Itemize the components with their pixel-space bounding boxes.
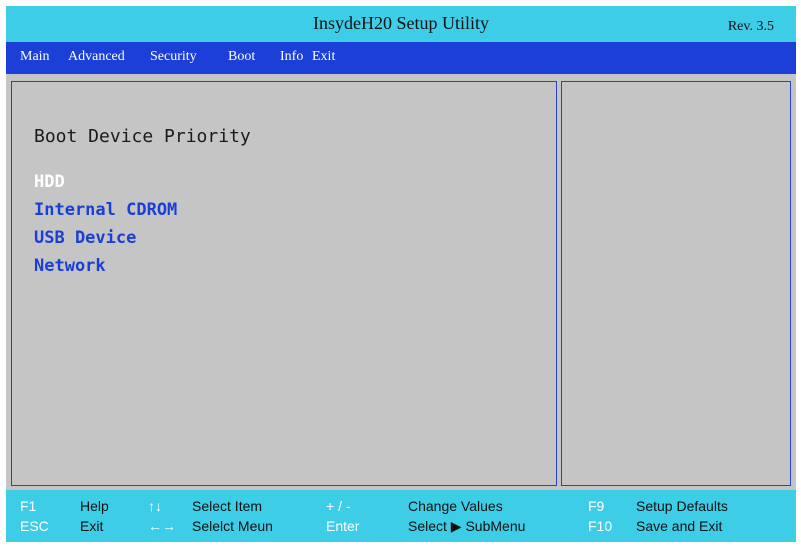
window-title: InsydeH20 Setup Utility — [313, 13, 489, 33]
boot-device-internal-cdrom[interactable]: Internal CDROM — [34, 200, 177, 220]
boot-priority-heading: Boot Device Priority — [34, 126, 251, 147]
menu-main[interactable]: Main — [20, 49, 50, 65]
help-panel — [561, 81, 791, 486]
key-f1-desc: Help — [80, 498, 109, 514]
key-change-values-desc: Change Values — [408, 498, 503, 514]
key-select-menu-desc: Selelct Meun — [192, 518, 273, 534]
key-left-right-arrows: ←→ — [148, 518, 176, 534]
key-f10: F10 — [588, 518, 613, 534]
key-esc: ESC — [20, 518, 49, 534]
settings-panel: Boot Device Priority HDD Internal CDROM … — [11, 81, 557, 486]
menu-bar: Main Advanced Security Boot Info Exit — [6, 42, 796, 74]
boot-device-network[interactable]: Network — [34, 256, 106, 276]
key-f9-desc: Setup Defaults — [636, 498, 728, 514]
key-esc-desc: Exit — [80, 518, 104, 534]
key-submenu-desc: Select ▶ SubMenu — [408, 518, 526, 534]
key-help-footer: F1 Help ↑↓ Select Item + / - Change Valu… — [6, 490, 796, 542]
key-up-down-arrows: ↑↓ — [148, 498, 162, 514]
menu-info[interactable]: Info — [280, 49, 303, 65]
key-select-item-desc: Select Item — [192, 498, 263, 514]
menu-exit[interactable]: Exit — [312, 49, 335, 65]
boot-device-usb[interactable]: USB Device — [34, 228, 136, 248]
key-enter: Enter — [326, 518, 360, 534]
key-f10-desc: Save and Exit — [636, 518, 723, 534]
menu-security[interactable]: Security — [150, 49, 197, 65]
menu-advanced[interactable]: Advanced — [68, 49, 125, 65]
key-f9: F9 — [588, 498, 605, 514]
boot-device-hdd[interactable]: HDD — [34, 172, 65, 192]
menu-boot[interactable]: Boot — [228, 49, 255, 65]
key-plus-minus: + / - — [326, 498, 351, 514]
key-f1: F1 — [20, 498, 37, 514]
bios-screen: InsydeH20 Setup Utility Rev. 3.5 Main Ad… — [6, 6, 796, 542]
setup-body: Boot Device Priority HDD Internal CDROM … — [6, 74, 796, 490]
title-bar: InsydeH20 Setup Utility Rev. 3.5 — [6, 6, 796, 42]
revision-label: Rev. 3.5 — [727, 19, 774, 34]
